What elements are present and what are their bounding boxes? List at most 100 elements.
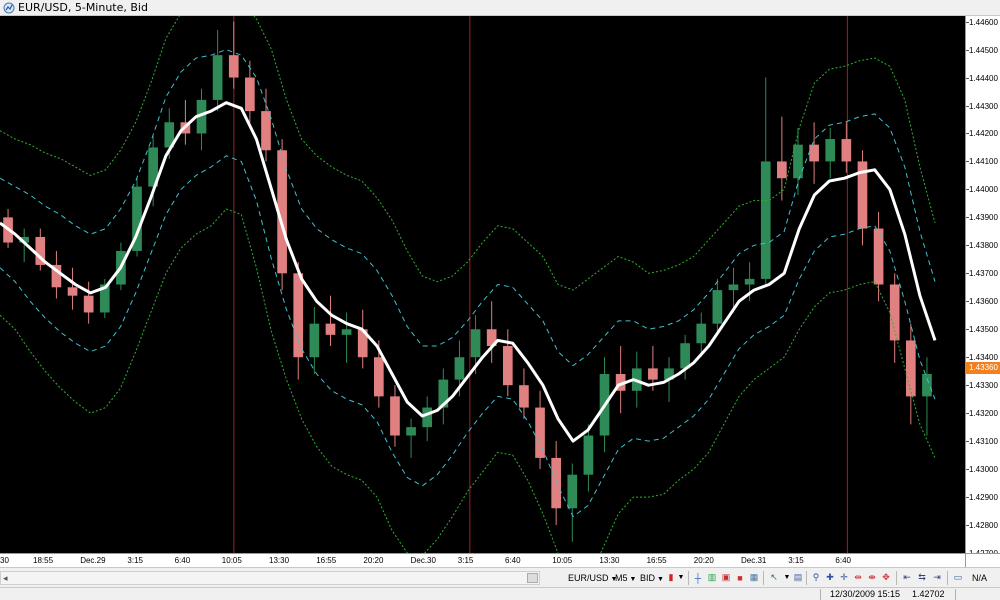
- outer-band-lower-line: [0, 208, 936, 553]
- candle-body: [760, 161, 771, 279]
- candle-body: [83, 295, 94, 313]
- zoom-in-icon[interactable]: ✚: [824, 571, 836, 584]
- na-select-value: N/A: [972, 573, 988, 583]
- candle-body: [905, 340, 916, 397]
- candle-body: [309, 323, 320, 358]
- symbol-select[interactable]: EUR/USD ▼: [566, 570, 619, 586]
- chart-window: EUR/USD, 5-Minute, Bid 1.44600 1.44500 1.4…: [0, 0, 1000, 600]
- candle-body: [325, 323, 336, 335]
- candle-body: [777, 161, 787, 179]
- candle-body: [809, 144, 819, 162]
- candle-body: [922, 374, 932, 397]
- chart-canvas[interactable]: [0, 16, 965, 553]
- time-axis[interactable]: 30 18:55 Dec.29 3:15 6:40 10:05 13:30 16:55 20:2…: [0, 553, 965, 567]
- time-axis-label: 20:20: [363, 556, 384, 565]
- toolbar-divider: [763, 571, 764, 585]
- candle-body: [470, 329, 481, 358]
- scroll-step-icon[interactable]: ⇆: [916, 571, 928, 584]
- dropdown-arrow-icon[interactable]: ▼: [675, 571, 687, 584]
- price-axis-label: 1.44600: [969, 17, 998, 27]
- candle-body: [293, 273, 304, 358]
- monitor-icon[interactable]: ▭: [952, 571, 964, 584]
- time-axis-label: 6:40: [505, 556, 521, 565]
- candle-body: [341, 329, 352, 335]
- axis-corner: [965, 553, 1000, 567]
- time-axis-label: 3:15: [788, 556, 804, 565]
- price-axis-label: 1.44000: [969, 185, 998, 195]
- candle-body: [422, 407, 433, 428]
- price-axis-label: 1.43600: [969, 297, 998, 307]
- candle-body: [567, 474, 578, 509]
- toolbar-divider: [947, 571, 948, 585]
- area-chart-icon[interactable]: ■: [734, 571, 746, 584]
- candle-body: [793, 144, 803, 179]
- grid-icon[interactable]: ▦: [748, 571, 760, 584]
- status-price: 1.42702: [912, 589, 945, 599]
- candle-body: [228, 55, 239, 78]
- candle-body: [245, 77, 255, 112]
- time-axis-label: 3:15: [127, 556, 143, 565]
- candle-body: [502, 346, 513, 386]
- zoom-icon[interactable]: ⚲: [810, 571, 822, 584]
- candle-body: [841, 139, 852, 162]
- status-bar: 12/30/2009 15:15 1.42702: [0, 587, 1000, 600]
- candle-body: [212, 55, 223, 100]
- candlestick-chart-icon[interactable]: ▥: [706, 571, 718, 584]
- candle-body: [728, 284, 739, 291]
- time-axis-label: 10:05: [221, 556, 242, 565]
- scroll-end-icon[interactable]: ⇥: [931, 571, 943, 584]
- candle-body: [67, 287, 78, 296]
- time-axis-label: 30: [0, 556, 9, 565]
- price-axis-label: 1.42800: [969, 521, 998, 531]
- price-axis-label: 1.43800: [969, 241, 998, 251]
- shrink-horizontal-icon[interactable]: ⇼: [866, 571, 878, 584]
- chart-scrollbar[interactable]: ◂: [0, 571, 540, 585]
- price-chart[interactable]: [0, 16, 965, 553]
- na-select[interactable]: N/A: [970, 570, 989, 586]
- chevron-down-icon: ▼: [629, 576, 637, 583]
- bar-chart-icon[interactable]: ┼: [692, 571, 704, 584]
- price-axis-label: 1.44100: [969, 157, 998, 167]
- scroll-thumb[interactable]: [527, 573, 538, 583]
- timeframe-select[interactable]: M5 ▼: [613, 570, 638, 586]
- candle-body: [374, 357, 384, 397]
- symbol-select-value: EUR/USD: [568, 573, 609, 583]
- properties-icon[interactable]: ▤: [792, 571, 804, 584]
- price-axis-label: 1.43500: [969, 325, 998, 335]
- chart-window-icon: [3, 2, 15, 14]
- time-axis-label: 18:55: [33, 556, 54, 565]
- scroll-left-arrow-icon[interactable]: ◂: [3, 573, 8, 584]
- price-axis[interactable]: 1.44600 1.44500 1.44400 1.44300 1.44200 1.441…: [965, 16, 1000, 558]
- time-axis-label: 20:20: [693, 556, 714, 565]
- price-axis-label: 1.44300: [969, 101, 998, 111]
- shift-chart-icon[interactable]: ✥: [880, 571, 892, 584]
- cursor-arrow-icon[interactable]: ↖: [768, 571, 780, 584]
- candle-body: [261, 111, 271, 151]
- time-axis-label: 3:15: [457, 556, 474, 565]
- current-price-marker: 1.43360: [966, 362, 1000, 375]
- time-axis-label: 10:05: [552, 556, 573, 565]
- timeframe-select-value: M5: [615, 573, 628, 583]
- time-axis-label: Dec.30: [410, 556, 436, 565]
- price-axis-label: 1.42900: [969, 493, 998, 503]
- window-titlebar: EUR/USD, 5-Minute, Bid: [0, 0, 1000, 16]
- toolbar-divider: [896, 571, 897, 585]
- price-axis-label: 1.44500: [969, 45, 998, 55]
- status-divider: [955, 589, 956, 600]
- price-axis-label: 1.43700: [969, 269, 998, 279]
- price-type-select-value: BID: [640, 573, 656, 583]
- price-axis-label: 1.43000: [969, 465, 998, 475]
- zoom-out-icon[interactable]: ✛: [838, 571, 850, 584]
- candle-body: [680, 343, 690, 369]
- expand-horizontal-icon[interactable]: ⇹: [852, 571, 864, 584]
- time-axis-label: Dec.31: [741, 556, 767, 565]
- toolbar-divider: [688, 571, 689, 585]
- candle-body: [712, 290, 723, 324]
- candle-body: [696, 323, 707, 344]
- price-axis-label: 1.43900: [969, 213, 998, 223]
- line-chart-icon[interactable]: ▣: [720, 571, 732, 584]
- price-type-select[interactable]: BID ▼: [638, 570, 666, 586]
- time-axis-label: 13:30: [599, 556, 620, 565]
- time-axis-label: 13:30: [269, 556, 290, 565]
- scroll-start-icon[interactable]: ⇤: [901, 571, 913, 584]
